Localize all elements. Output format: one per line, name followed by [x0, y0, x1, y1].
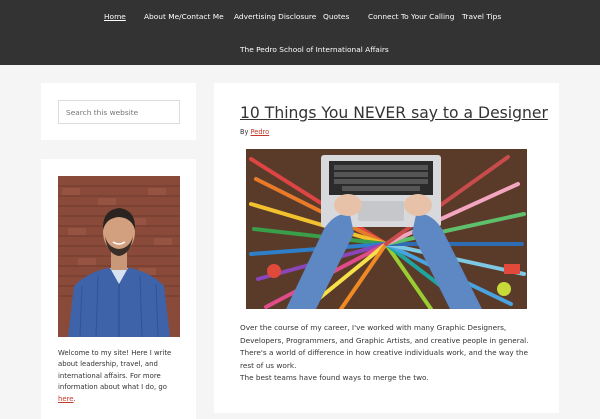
post-paragraph-1: Over the course of my career, I've worke… [240, 323, 529, 370]
nav-about-me-contact-me[interactable]: About Me/Contact Me [144, 12, 224, 21]
author-link[interactable]: Pedro [251, 128, 270, 136]
nav-quotes[interactable]: Quotes [323, 12, 349, 21]
post-paragraph-2: The best teams have found ways to merge … [240, 373, 429, 382]
about-text: Welcome to my site! Here I write about l… [58, 348, 184, 405]
about-end: . [73, 394, 76, 403]
about-here-link[interactable]: here [58, 395, 74, 403]
byline: By Pedro [240, 128, 269, 136]
author-photo [58, 176, 180, 337]
search-input[interactable] [58, 100, 180, 124]
nav-home[interactable]: Home [104, 12, 126, 21]
byline-prefix: By [240, 128, 251, 136]
post-hero-image [246, 149, 527, 309]
nav-travel-tips[interactable]: Travel Tips [462, 12, 501, 21]
site-header: Home About Me/Contact Me Advertising Dis… [0, 0, 600, 65]
nav-pedro-school[interactable]: The Pedro School of International Affair… [240, 45, 389, 54]
nav-connect-to-your-calling[interactable]: Connect To Your Calling [368, 12, 454, 21]
about-body: Welcome to my site! Here I write about l… [58, 349, 172, 392]
post-title[interactable]: 10 Things You NEVER say to a Designer [240, 104, 548, 122]
nav-advertising-disclosure[interactable]: Advertising Disclosure [234, 12, 316, 21]
